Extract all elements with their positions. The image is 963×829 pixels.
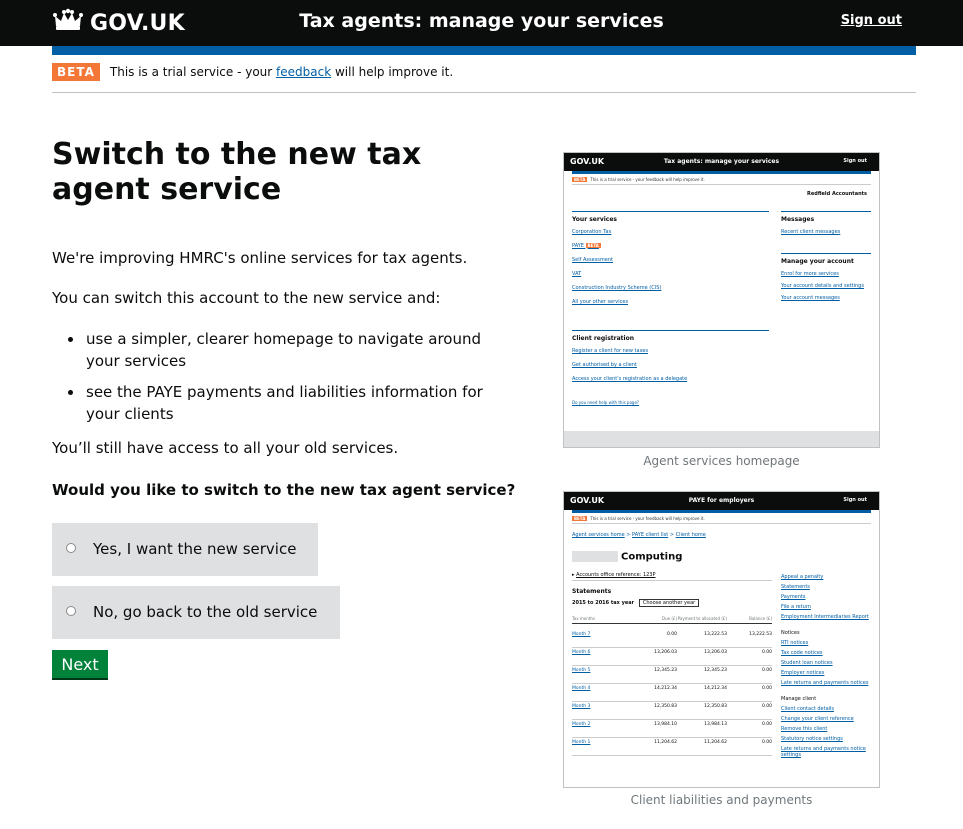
mini-header: GOV.UK PAYE for employers Sign out	[564, 492, 879, 510]
amount-cell: 12,350.83	[704, 704, 727, 709]
mini-beta: BETA This is a trial service - your feedb…	[572, 516, 871, 524]
screenshot-caption: Client liabilities and payments	[630, 793, 813, 807]
list-item: see the PAYE payments and liabilities in…	[52, 381, 492, 425]
amount-cell: 0.00	[761, 722, 772, 727]
amount-cell: 0.00	[761, 650, 772, 655]
table-row: Month 2 13,984.10 13,984.13 0.00	[572, 720, 772, 738]
amount-cell: 13,222.53	[704, 632, 727, 637]
table-row: Month 3 12,350.83 12,350.83 0.00	[572, 702, 772, 720]
list-item: use a simpler, clearer homepage to navig…	[52, 328, 492, 372]
mini-signout: Sign out	[843, 497, 867, 503]
screenshot-caption: Agent services homepage	[643, 454, 800, 468]
mini-service-name: Tax agents: manage your services	[663, 158, 780, 165]
amount-cell: 11,204.62	[704, 740, 727, 745]
option-no-old-service[interactable]: No, go back to the old service	[52, 586, 340, 639]
amount-cell: 14,212.34	[704, 686, 727, 691]
service-name[interactable]: Tax agents: manage your services	[299, 10, 664, 32]
mini-manage-account: Manage your account Enrol for more servi…	[781, 253, 871, 301]
amount-cell: 0.00	[761, 668, 772, 673]
amount-cell: 12,345.23	[654, 668, 677, 673]
mini-service-name: PAYE for employers	[688, 497, 755, 504]
mini-accounts-ref: ▸ Accounts office reference: 123P	[572, 572, 772, 581]
table-row: Month 6 13,206.03 13,206.03 0.00	[572, 648, 772, 666]
logo-text: GOV.UK	[90, 10, 185, 36]
intro-text: We're improving HMRC's online services f…	[52, 249, 468, 267]
client-liabilities-screenshot: GOV.UK PAYE for employers Sign out BETA T…	[563, 491, 880, 788]
amount-cell: 14,212.34	[654, 686, 677, 691]
month-link[interactable]: Month 6	[572, 650, 632, 665]
amount-cell: 0.00	[761, 704, 772, 709]
mini-table-header: Tax months Due (£) Payment to allocated …	[572, 616, 772, 624]
next-button[interactable]: Next	[52, 650, 108, 680]
mini-header: GOV.UK Tax agents: manage your services …	[564, 153, 879, 171]
lead-text: You can switch this account to the new s…	[52, 289, 441, 307]
option-label[interactable]: Yes, I want the new service	[93, 539, 296, 559]
month-link[interactable]: Month 3	[572, 704, 632, 719]
agent-homepage-screenshot: GOV.UK Tax agents: manage your services …	[563, 152, 880, 448]
amount-cell: 12,350.83	[654, 704, 677, 709]
option-label[interactable]: No, go back to the old service	[93, 602, 317, 622]
table-row: Month 7 0.00 13,222.53 13,222.53	[572, 630, 772, 648]
mini-footer	[564, 431, 879, 447]
amount-cell: 0.00	[761, 686, 772, 691]
question-heading: Would you like to switch to the new tax …	[52, 481, 516, 499]
mini-breadcrumb: Agent services home > PAYE client list >…	[572, 532, 706, 538]
beta-tag: BETA	[52, 63, 100, 81]
month-link[interactable]: Month 4	[572, 686, 632, 701]
amount-cell: 0.00	[761, 740, 772, 745]
month-link[interactable]: Month 7	[572, 632, 632, 647]
mini-beta: BETA This is a trial service - your feedb…	[572, 177, 871, 185]
table-row: Month 4 14,212.34 14,212.34 0.00	[572, 684, 772, 702]
govuk-logo-link[interactable]: GOV.UK	[52, 8, 185, 38]
crown-icon	[52, 8, 90, 38]
mini-statement-rows: Month 7 0.00 13,222.53 13,222.53 Month 6 13,2…	[572, 630, 772, 756]
amount-cell: 13,984.10	[654, 722, 677, 727]
page-title: Switch to the new tax agent service	[52, 137, 422, 207]
beta-banner: BETA This is a trial service - your feed…	[52, 63, 916, 93]
month-link[interactable]: Month 5	[572, 668, 632, 683]
mini-client-registration: Client registration Register a client fo…	[572, 330, 769, 405]
amount-cell: 11,204.62	[654, 740, 677, 745]
amount-cell: 13,984.13	[704, 722, 727, 727]
mini-client-name: Computing	[572, 551, 682, 563]
amount-cell: 13,206.03	[704, 650, 727, 655]
table-row: Month 5 12,345.23 12,345.23 0.00	[572, 666, 772, 684]
month-link[interactable]: Month 1	[572, 740, 632, 755]
option-yes-new-service[interactable]: Yes, I want the new service	[52, 523, 318, 576]
radio-button[interactable]	[66, 606, 76, 616]
mini-messages: Messages Recent client messages	[781, 211, 871, 235]
header-accent-bar	[52, 46, 916, 55]
radio-button[interactable]	[66, 543, 76, 553]
outro-text: You’ll still have access to all your old…	[52, 439, 399, 457]
amount-cell: 13,222.53	[749, 632, 772, 637]
mini-your-services: Your services Corporation Tax PAYE BETA …	[572, 211, 769, 305]
feedback-link[interactable]: feedback	[276, 65, 331, 79]
benefits-list: use a simpler, clearer homepage to navig…	[52, 328, 492, 434]
mini-tax-year: 2015 to 2016 tax year Choose another yea…	[572, 599, 700, 607]
month-link[interactable]: Month 2	[572, 722, 632, 737]
mini-side-links: Appeal a penalty Statements Payments Fil…	[781, 574, 869, 758]
sign-out-link[interactable]: Sign out	[841, 13, 902, 28]
table-row: Month 1 11,204.62 11,204.62 0.00	[572, 738, 772, 756]
mini-account-name: Redfield Accountants	[807, 191, 867, 197]
amount-cell: 13,206.03	[654, 650, 677, 655]
mini-signout: Sign out	[843, 158, 867, 164]
site-header: GOV.UK Tax agents: manage your services …	[0, 0, 963, 46]
beta-text: This is a trial service - your feedback …	[109, 65, 454, 79]
mini-statements-heading: Statements	[572, 588, 612, 595]
amount-cell: 0.00	[666, 632, 677, 637]
amount-cell: 12,345.23	[704, 668, 727, 673]
